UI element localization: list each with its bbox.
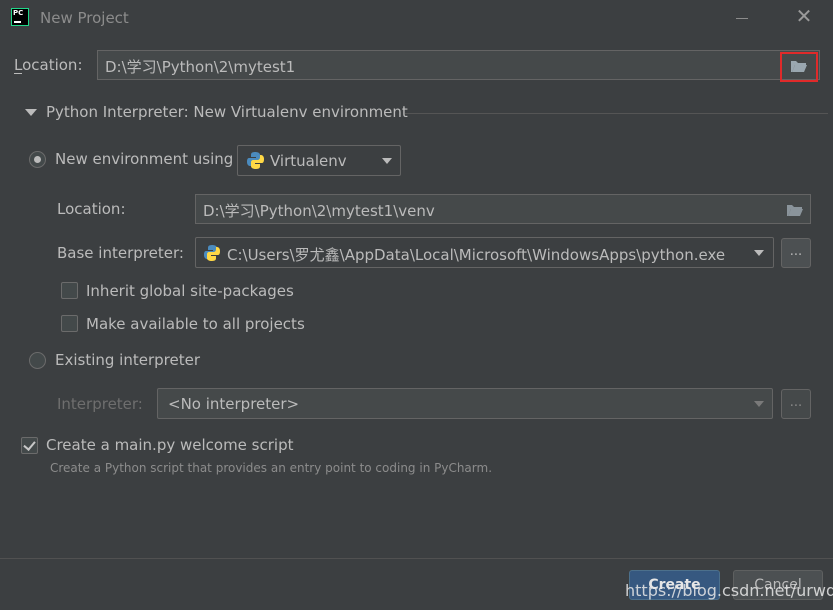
- welcome-script-label: Create a main.py welcome script: [46, 436, 294, 454]
- base-interpreter-value: C:\Users\罗尤鑫\AppData\Local\Microsoft\Win…: [227, 246, 726, 264]
- base-interpreter-browse-button[interactable]: ...: [781, 238, 811, 268]
- interpreter-value: <No interpreter>: [168, 395, 300, 413]
- virtualenv-icon: [247, 152, 264, 170]
- inherit-packages-label: Inherit global site-packages: [86, 282, 294, 300]
- venv-location-label: Location:: [57, 200, 126, 218]
- location-input[interactable]: D:\学习\Python\2\mytest1: [97, 50, 820, 80]
- folder-open-icon[interactable]: [786, 203, 804, 217]
- environment-tool-value: Virtualenv: [270, 152, 347, 170]
- make-available-label: Make available to all projects: [86, 315, 305, 333]
- venv-location-value: D:\学习\Python\2\mytest1\venv: [203, 202, 435, 220]
- location-label: Location:: [14, 56, 83, 74]
- interpreter-browse-button[interactable]: ...: [781, 389, 811, 419]
- pycharm-logo-icon: PC: [11, 8, 29, 26]
- checkmark-icon: [23, 438, 36, 451]
- environment-tool-select[interactable]: Virtualenv: [237, 145, 401, 176]
- location-value: D:\学习\Python\2\mytest1: [105, 58, 296, 76]
- collapse-toggle-icon[interactable]: [25, 109, 37, 116]
- welcome-script-checkbox[interactable]: [21, 437, 38, 454]
- minimize-button[interactable]: [736, 18, 748, 19]
- new-environment-label: New environment using: [55, 150, 234, 168]
- interpreter-select[interactable]: <No interpreter>: [157, 388, 773, 419]
- inherit-packages-checkbox[interactable]: [61, 282, 78, 299]
- watermark: https://blog.csdn.net/urwddd: [625, 581, 833, 600]
- section-divider: [405, 113, 828, 114]
- folder-open-icon[interactable]: [790, 59, 808, 73]
- window-title: New Project: [40, 9, 129, 27]
- make-available-checkbox[interactable]: [61, 315, 78, 332]
- python-icon: [204, 245, 220, 261]
- welcome-script-hint: Create a Python script that provides an …: [50, 461, 493, 475]
- existing-interpreter-label: Existing interpreter: [55, 351, 200, 369]
- chevron-down-icon: [382, 158, 392, 164]
- interpreter-section-title[interactable]: Python Interpreter: New Virtualenv envir…: [46, 103, 408, 121]
- chevron-down-icon: [754, 250, 764, 256]
- existing-interpreter-radio[interactable]: [29, 352, 46, 369]
- mnemonic-underline: [14, 73, 22, 74]
- venv-location-input[interactable]: D:\学习\Python\2\mytest1\venv: [195, 194, 811, 224]
- footer-divider: [0, 558, 833, 559]
- interpreter-label: Interpreter:: [57, 395, 143, 413]
- chevron-down-icon: [754, 401, 764, 407]
- base-interpreter-label: Base interpreter:: [57, 244, 184, 262]
- close-icon[interactable]: ✕: [795, 6, 813, 26]
- base-interpreter-select[interactable]: C:\Users\罗尤鑫\AppData\Local\Microsoft\Win…: [195, 237, 774, 268]
- new-environment-radio[interactable]: [29, 151, 46, 168]
